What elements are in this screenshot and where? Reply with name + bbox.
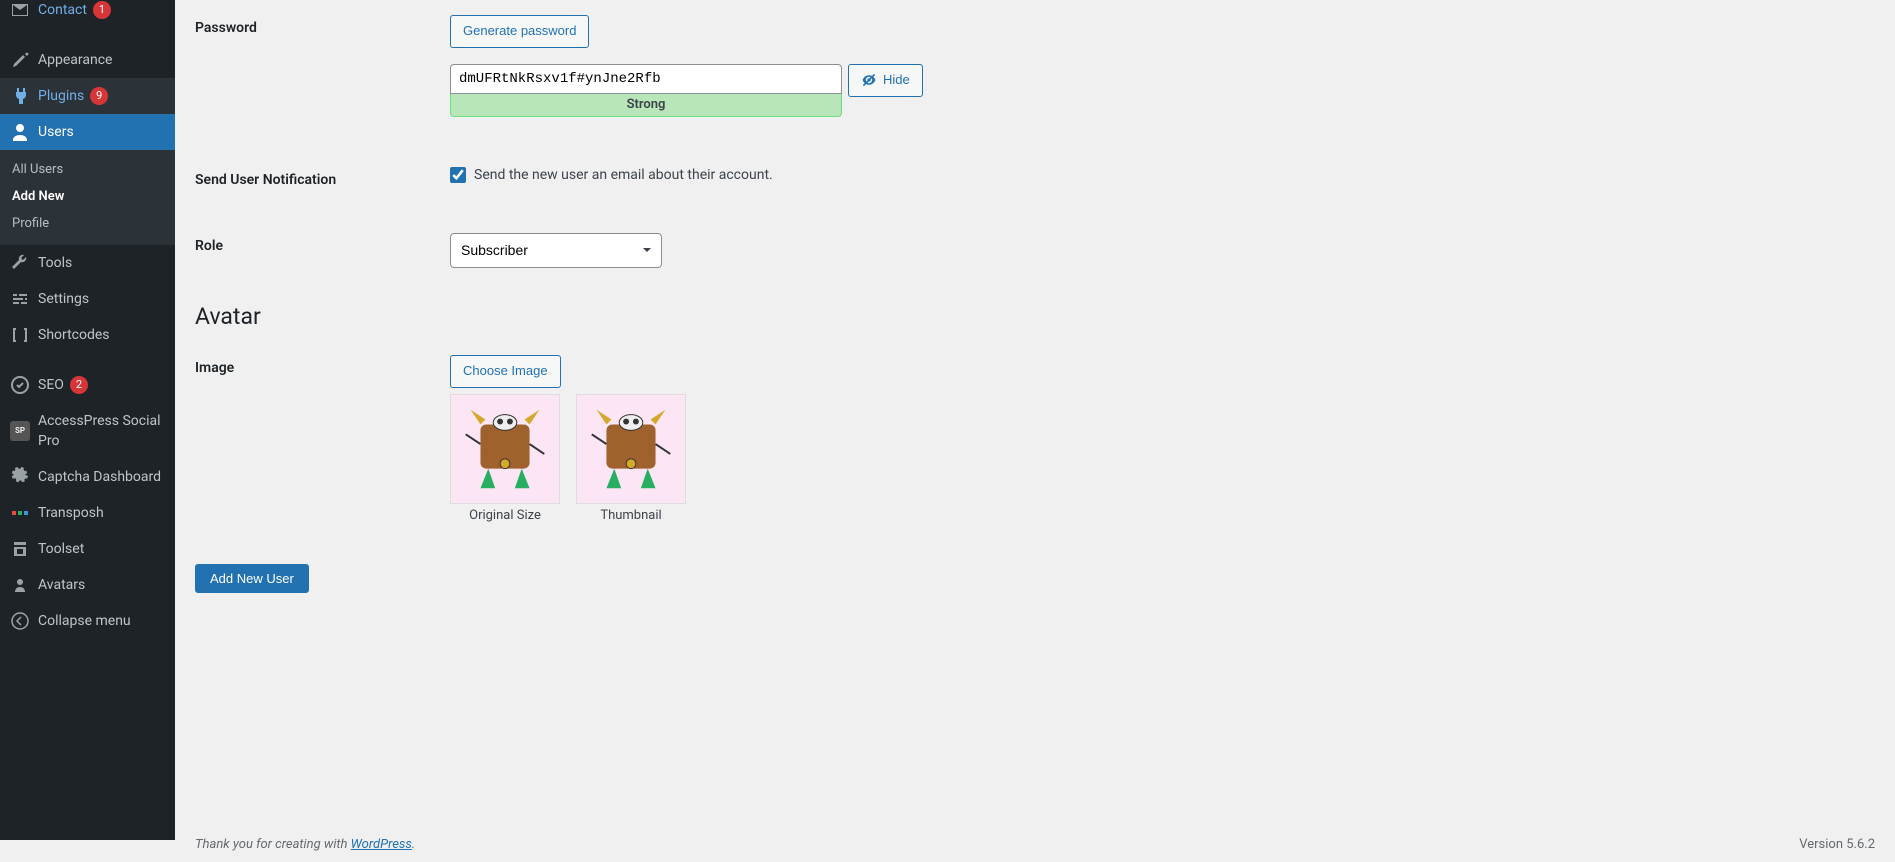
badge: 1 <box>93 1 111 19</box>
original-caption: Original Size <box>450 508 560 523</box>
admin-sidebar: Contact 1 Appearance Plugins 9 Users All… <box>0 0 175 840</box>
sidebar-label: Collapse menu <box>38 611 131 631</box>
sidebar-label: Shortcodes <box>38 325 110 345</box>
brackets-icon <box>10 325 30 345</box>
sidebar-item-transposh[interactable]: Transposh <box>0 495 175 531</box>
sidebar-label: AccessPress Social Pro <box>38 411 165 451</box>
hide-password-button[interactable]: Hide <box>848 64 923 97</box>
role-row: Role Subscriber <box>195 218 1875 283</box>
add-new-user-button[interactable]: Add New User <box>195 564 309 593</box>
sidebar-label: Settings <box>38 289 89 309</box>
envelope-icon <box>10 0 30 20</box>
eye-slash-icon <box>861 72 877 88</box>
role-select[interactable]: Subscriber <box>450 233 662 268</box>
sidebar-label: Avatars <box>38 575 85 595</box>
plugin-icon <box>10 86 30 106</box>
sidebar-item-settings[interactable]: Settings <box>0 281 175 317</box>
sidebar-item-plugins[interactable]: Plugins 9 <box>0 78 175 114</box>
brush-icon <box>10 50 30 70</box>
sidebar-label: Tools <box>38 253 72 273</box>
sp-icon: SP <box>10 421 30 441</box>
choose-image-button[interactable]: Choose Image <box>450 355 561 388</box>
sidebar-item-accesspress[interactable]: SP AccessPress Social Pro <box>0 403 175 459</box>
wrench-icon <box>10 253 30 273</box>
thumbnail-caption: Thumbnail <box>576 508 686 523</box>
avatar-original-image <box>450 394 560 504</box>
sidebar-item-appearance[interactable]: Appearance <box>0 42 175 78</box>
notification-row: Send User Notification Send the new user… <box>195 152 1875 208</box>
sidebar-label: Captcha Dashboard <box>38 467 161 487</box>
image-label: Image <box>195 340 440 396</box>
notification-checkbox[interactable] <box>450 167 466 183</box>
submenu-all-users[interactable]: All Users <box>0 156 175 183</box>
generate-password-button[interactable]: Generate password <box>450 15 589 48</box>
password-strength: Strong <box>450 93 842 117</box>
avatar-thumbnail-image <box>576 394 686 504</box>
toolset-icon <box>10 539 30 559</box>
avatar-heading: Avatar <box>195 303 1875 330</box>
sidebar-item-tools[interactable]: Tools <box>0 245 175 281</box>
notification-text: Send the new user an email about their a… <box>474 167 773 183</box>
sidebar-label: Transposh <box>38 503 104 523</box>
sidebar-item-captcha[interactable]: Captcha Dashboard <box>0 459 175 495</box>
sidebar-item-avatars[interactable]: Avatars <box>0 567 175 603</box>
sidebar-label: Toolset <box>38 539 84 559</box>
sidebar-label: Contact <box>38 0 87 20</box>
footer-thanks-post: . <box>412 837 415 852</box>
sidebar-label: Appearance <box>38 50 112 70</box>
sidebar-label: SEO <box>38 375 64 395</box>
sidebar-item-shortcodes[interactable]: Shortcodes <box>0 317 175 353</box>
sidebar-collapse[interactable]: Collapse menu <box>0 603 175 639</box>
submenu-profile[interactable]: Profile <box>0 210 175 237</box>
role-label: Role <box>195 218 440 274</box>
gear-icon <box>10 467 30 487</box>
password-input[interactable] <box>450 64 842 94</box>
sidebar-item-contact[interactable]: Contact 1 <box>0 0 175 28</box>
user-icon <box>10 122 30 142</box>
sidebar-item-users[interactable]: Users <box>0 114 175 150</box>
sidebar-label: Users <box>38 122 74 142</box>
hide-label: Hide <box>883 70 910 91</box>
sidebar-item-seo[interactable]: SEO 2 <box>0 367 175 403</box>
footer-thanks-pre: Thank you for creating with <box>195 837 351 852</box>
sliders-icon <box>10 289 30 309</box>
collapse-icon <box>10 611 30 631</box>
users-submenu: All Users Add New Profile <box>0 150 175 245</box>
badge: 9 <box>90 87 108 105</box>
seo-icon <box>10 375 30 395</box>
password-row: Password Generate password Strong Hide <box>195 0 1875 132</box>
sidebar-item-toolset[interactable]: Toolset <box>0 531 175 567</box>
avatar-thumbnail: Thumbnail <box>576 394 686 523</box>
image-row: Image Choose Image <box>195 340 1875 538</box>
avatar-icon <box>10 575 30 595</box>
main-content: Password Generate password Strong Hide <box>175 0 1895 840</box>
footer-wordpress-link[interactable]: WordPress <box>351 837 412 852</box>
password-label: Password <box>195 0 440 56</box>
admin-footer: Thank you for creating with WordPress. V… <box>175 827 1895 862</box>
submenu-add-new[interactable]: Add New <box>0 183 175 210</box>
notification-label: Send User Notification <box>195 152 440 208</box>
badge: 2 <box>70 376 88 394</box>
transposh-icon <box>10 503 30 523</box>
footer-version: Version 5.6.2 <box>1799 837 1875 852</box>
notification-checkbox-wrap[interactable]: Send the new user an email about their a… <box>450 167 1865 183</box>
sidebar-label: Plugins <box>38 86 84 106</box>
avatar-original: Original Size <box>450 394 560 523</box>
